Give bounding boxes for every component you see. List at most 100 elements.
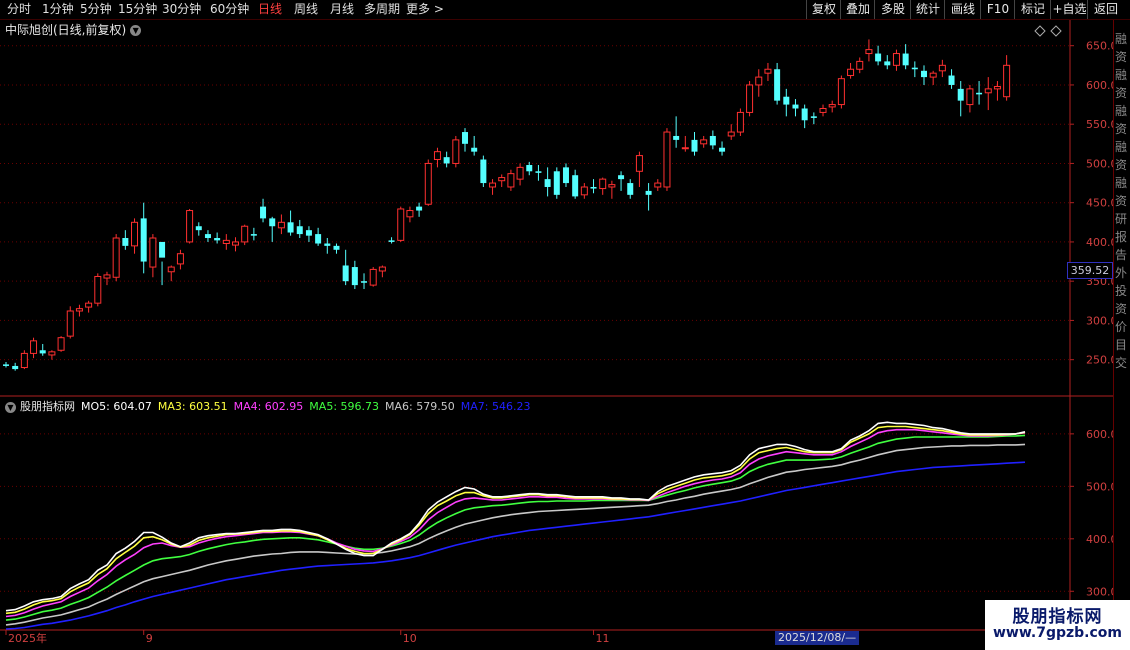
watermark-logo: 股朋指标网 www.7gpzb.com <box>985 600 1130 650</box>
diamond-icon <box>1034 25 1046 37</box>
candle-body <box>764 68 772 74</box>
series-line-ma3 <box>5 425 1026 615</box>
crosshair-date-box: 2025/12/08/— <box>775 631 860 645</box>
candle-body <box>635 155 643 172</box>
candle-body <box>681 147 689 150</box>
side-strip-char: 报 <box>1115 230 1128 244</box>
side-strip-char: 目 <box>1115 338 1128 352</box>
candle-body <box>719 147 726 152</box>
candle-body <box>66 310 74 337</box>
legend-entry-ma7: MA7: 546.23 <box>460 400 531 413</box>
legend-name: MA5 <box>309 400 334 413</box>
candle-body <box>39 350 46 354</box>
candle-body <box>260 206 267 219</box>
indicator-title: 股朋指标网 <box>20 400 75 413</box>
candle-body <box>654 182 662 188</box>
candle-body <box>755 76 763 86</box>
legend-entry-mo5: MO5: 604.07 <box>81 400 152 413</box>
side-strip-char: 研 <box>1115 212 1128 226</box>
legend-name: MA7 <box>460 400 485 413</box>
candle-body <box>993 86 1001 90</box>
x-tick-label: 2025年 <box>8 631 47 645</box>
candle-body <box>85 302 93 308</box>
price-tag: 359.52 <box>1067 262 1113 279</box>
candle-body <box>828 104 836 108</box>
candle-body <box>819 107 827 113</box>
side-strip-char: 投 <box>1115 284 1128 298</box>
legend-entry-ma6: MA6: 579.50 <box>385 400 455 413</box>
candle-body <box>351 267 358 286</box>
side-strip-char: 资 <box>1115 86 1128 100</box>
candle-body <box>269 218 276 227</box>
candle-body <box>902 53 909 66</box>
candle-body <box>553 171 560 195</box>
candle-body <box>195 226 202 231</box>
candle-body <box>783 96 790 105</box>
side-strip-char: 融 <box>1115 140 1128 154</box>
candle-body <box>608 184 616 188</box>
candle-body <box>618 175 625 180</box>
series-line-ma5 <box>5 434 1026 621</box>
legend-value: 546.23 <box>491 400 531 413</box>
candle-body <box>361 281 368 283</box>
candle-body <box>774 69 781 101</box>
candle-body <box>433 151 441 161</box>
candle-body <box>938 64 946 72</box>
legend-value: 579.50 <box>416 400 455 413</box>
series-line-ma7 <box>5 461 1026 630</box>
x-tick-label: 10 <box>403 632 417 645</box>
candle-body <box>892 53 900 66</box>
side-strip-char: 资 <box>1115 158 1128 172</box>
side-strip-char: 融 <box>1115 32 1128 46</box>
chevron-down-icon[interactable]: ▼ <box>5 401 16 413</box>
candle-body <box>30 340 38 354</box>
legend-entry-ma5: MA5: 596.73 <box>309 400 380 413</box>
candle-body <box>241 225 249 243</box>
side-strip-char: 外 <box>1115 266 1128 280</box>
candle-body <box>471 147 478 152</box>
candle-body <box>452 139 460 164</box>
candle-body <box>122 238 129 246</box>
candle-body <box>3 364 9 366</box>
candle-body <box>709 135 716 146</box>
legend-entry-ma4: MA4: 602.95 <box>233 400 304 413</box>
candle-body <box>590 186 597 189</box>
legend-entry-ma3: MA3: 603.51 <box>157 400 228 413</box>
candle-body <box>976 92 983 95</box>
candle-body <box>250 234 257 236</box>
candle-body <box>277 221 285 229</box>
series-line-mo5 <box>5 421 1026 612</box>
candle-body <box>159 241 166 258</box>
candle-body <box>75 308 83 312</box>
candle-body <box>516 166 524 180</box>
candle-body <box>315 234 322 244</box>
candle-body <box>911 67 918 70</box>
candle-body <box>1003 64 1011 98</box>
candle-body <box>222 239 230 245</box>
candle-body <box>333 245 340 250</box>
candle-body <box>112 237 120 278</box>
candle-body <box>20 352 28 369</box>
candle-body <box>535 171 542 173</box>
legend-name: MA4 <box>233 400 258 413</box>
candle-body <box>462 132 468 144</box>
candle-body <box>580 186 588 196</box>
legend-name: MA6 <box>385 400 410 413</box>
candle-body <box>562 167 569 184</box>
candle-body <box>884 61 891 66</box>
legend-value: 602.95 <box>264 400 304 413</box>
candle-body <box>957 88 964 101</box>
side-strip-char: 交 <box>1115 356 1128 370</box>
candle-body <box>57 337 65 351</box>
candle-body <box>369 268 377 286</box>
legend-value: 603.51 <box>189 400 228 413</box>
side-strip-char: 融 <box>1115 104 1128 118</box>
candle-body <box>103 274 111 279</box>
side-strip-char: 资 <box>1115 302 1128 316</box>
candle-body <box>406 210 414 218</box>
candle-body <box>801 108 808 121</box>
legend-value: 596.73 <box>340 400 380 413</box>
candle-body <box>645 190 652 195</box>
chart-area[interactable]: 250.0300.0350.0400.0450.0500.0550.0600.0… <box>0 0 1130 650</box>
candle-body <box>480 159 487 184</box>
